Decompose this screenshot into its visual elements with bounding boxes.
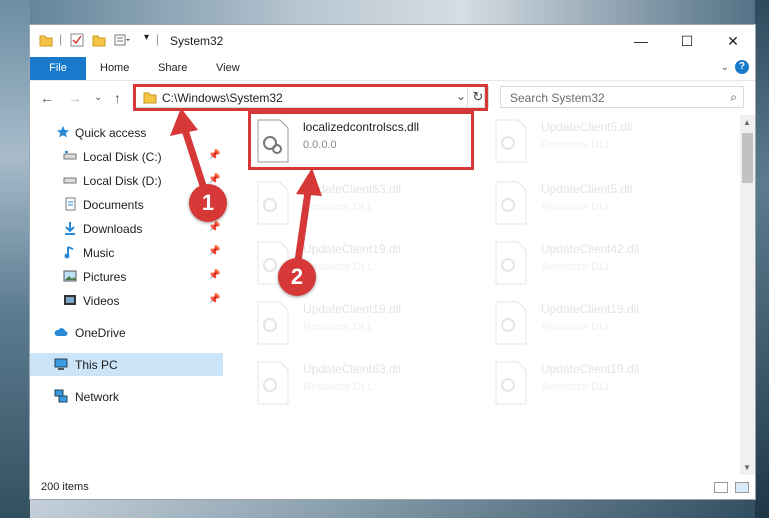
arrow-to-file bbox=[293, 168, 322, 272]
step-callout-2: 2 bbox=[278, 258, 316, 296]
step-callout-1: 1 bbox=[189, 184, 227, 222]
annotation-overlay bbox=[170, 108, 322, 272]
